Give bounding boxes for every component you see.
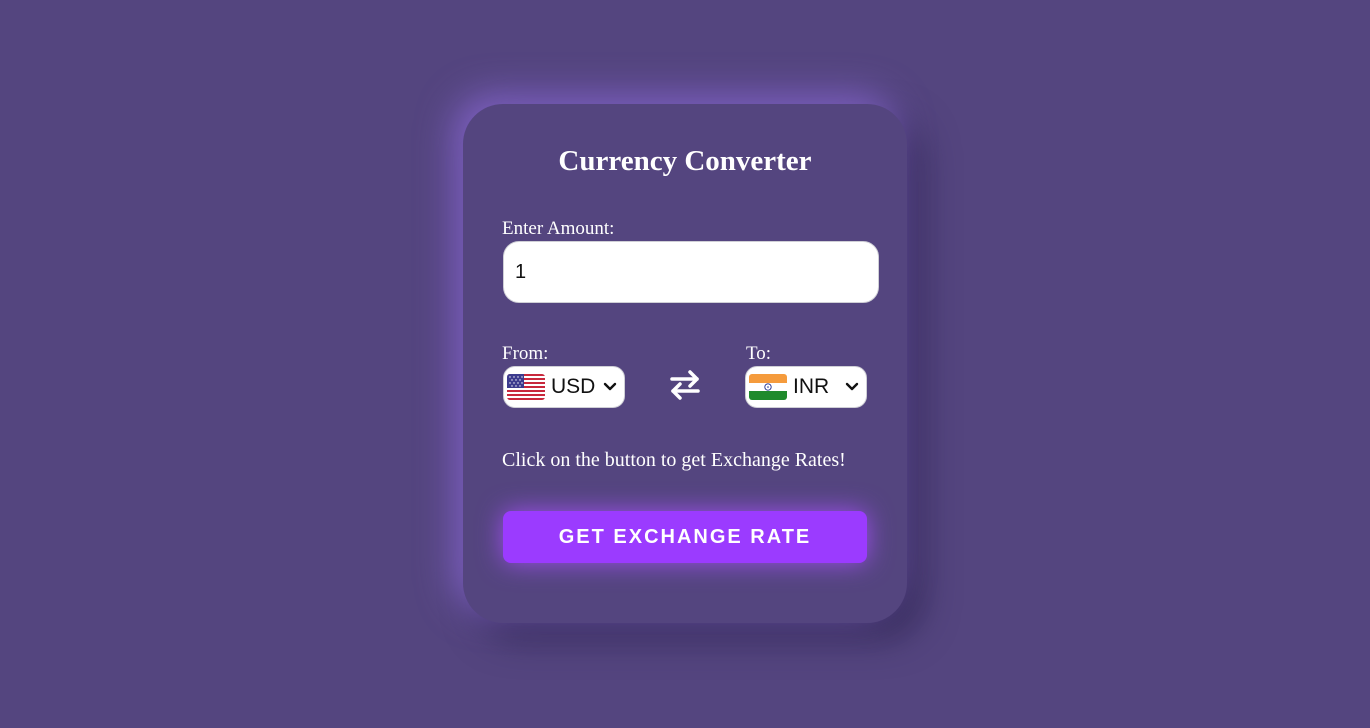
chevron-down-icon [603, 382, 617, 391]
page-title: Currency Converter [558, 145, 812, 177]
to-currency-code: INR [793, 375, 830, 398]
swap-icon[interactable] [668, 368, 702, 402]
get-exchange-rate-button[interactable]: GET EXCHANGE RATE [503, 511, 867, 563]
amount-label: Enter Amount: [502, 218, 615, 239]
to-currency-select[interactable]: INR [745, 366, 867, 408]
to-label: To: [746, 343, 772, 364]
exchange-rate-message: Click on the button to get Exchange Rate… [502, 449, 846, 471]
from-label: From: [502, 343, 549, 364]
chevron-down-icon [845, 382, 859, 391]
converter-card: Currency Converter Enter Amount: From: U… [463, 104, 907, 623]
india-flag-icon [749, 374, 787, 400]
from-currency-select[interactable]: USD [503, 366, 625, 408]
amount-input[interactable] [503, 241, 879, 303]
us-flag-icon [507, 374, 545, 400]
from-currency-code: USD [551, 375, 596, 398]
